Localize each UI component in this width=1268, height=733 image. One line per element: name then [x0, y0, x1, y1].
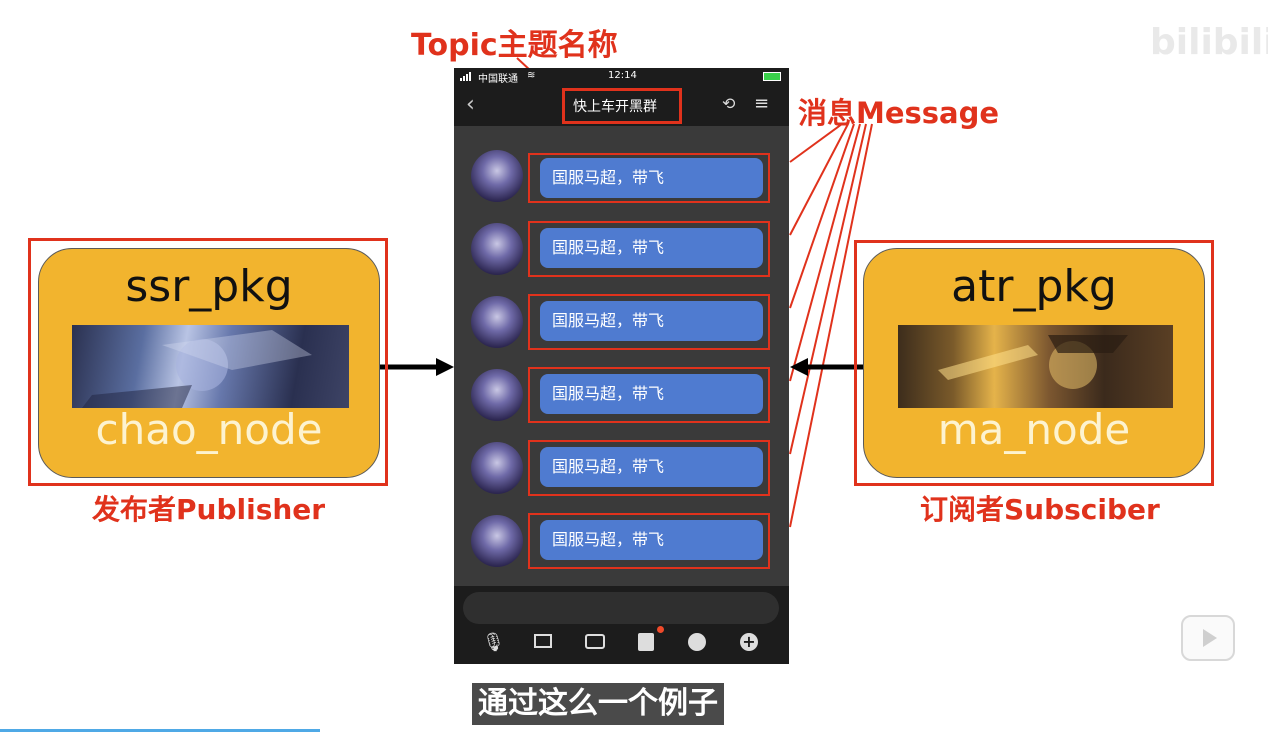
subscriber-pkg-name: atr_pkg	[951, 261, 1117, 312]
clock-text: 12:14	[608, 70, 637, 81]
avatar	[471, 515, 523, 567]
message-bubble: 国服马超，带飞	[540, 447, 763, 487]
message-bubble: 国服马超，带飞	[540, 228, 763, 268]
play-icon	[1203, 629, 1217, 647]
message-bubble: 国服马超，带飞	[540, 301, 763, 341]
video-subtitle: 通过这么一个例子	[472, 683, 724, 725]
publisher-hero-image	[72, 325, 349, 408]
camera-icon[interactable]	[585, 634, 605, 649]
publisher-caption: 发布者Publisher	[92, 493, 326, 526]
phone-screen: 中国联通 ≋ 12:14 ‹ 快上车开黑群 ⟲ ≡ 国服马超，带飞 国服马超，带…	[454, 68, 789, 664]
image-icon[interactable]	[534, 634, 552, 648]
microphone-icon[interactable]: 🎙	[482, 632, 506, 656]
battery-icon	[763, 72, 781, 81]
message-bubble: 国服马超，带飞	[540, 374, 763, 414]
emoji-icon[interactable]	[688, 633, 706, 651]
carrier-text: 中国联通	[478, 74, 518, 85]
back-icon[interactable]: ‹	[466, 92, 475, 117]
signal-icon	[460, 72, 474, 81]
play-button[interactable]	[1181, 615, 1235, 661]
avatar	[471, 296, 523, 348]
progress-bar[interactable]	[0, 729, 320, 732]
status-bar: 中国联通 ≋ 12:14	[454, 68, 789, 86]
message-input[interactable]	[463, 592, 779, 624]
subscriber-node-name: ma_node	[937, 405, 1131, 454]
avatar	[471, 150, 523, 202]
avatar	[471, 442, 523, 494]
avatar	[471, 223, 523, 275]
publisher-node-name: chao_node	[95, 405, 323, 454]
publisher-node: ssr_pkg chao_node	[38, 248, 380, 478]
avatar	[471, 369, 523, 421]
red-packet-icon[interactable]	[638, 633, 654, 651]
notification-dot	[657, 626, 664, 633]
chat-header: ‹ 快上车开黑群 ⟲ ≡	[454, 86, 789, 126]
input-area: 🎙 +	[454, 586, 789, 664]
chat-title: 快上车开黑群	[573, 99, 657, 115]
subscriber-node: atr_pkg ma_node	[863, 248, 1205, 478]
message-bubble: 国服马超，带飞	[540, 520, 763, 560]
message-bubble: 国服马超，带飞	[540, 158, 763, 198]
add-icon[interactable]: +	[740, 633, 758, 651]
publisher-pkg-name: ssr_pkg	[125, 261, 293, 312]
subscriber-hero-image	[898, 325, 1173, 408]
subscriber-caption: 订阅者Subsciber	[920, 493, 1160, 526]
wifi-icon: ≋	[527, 70, 536, 81]
group-settings-icon[interactable]: ⟲	[722, 94, 735, 113]
menu-icon[interactable]: ≡	[754, 93, 769, 114]
